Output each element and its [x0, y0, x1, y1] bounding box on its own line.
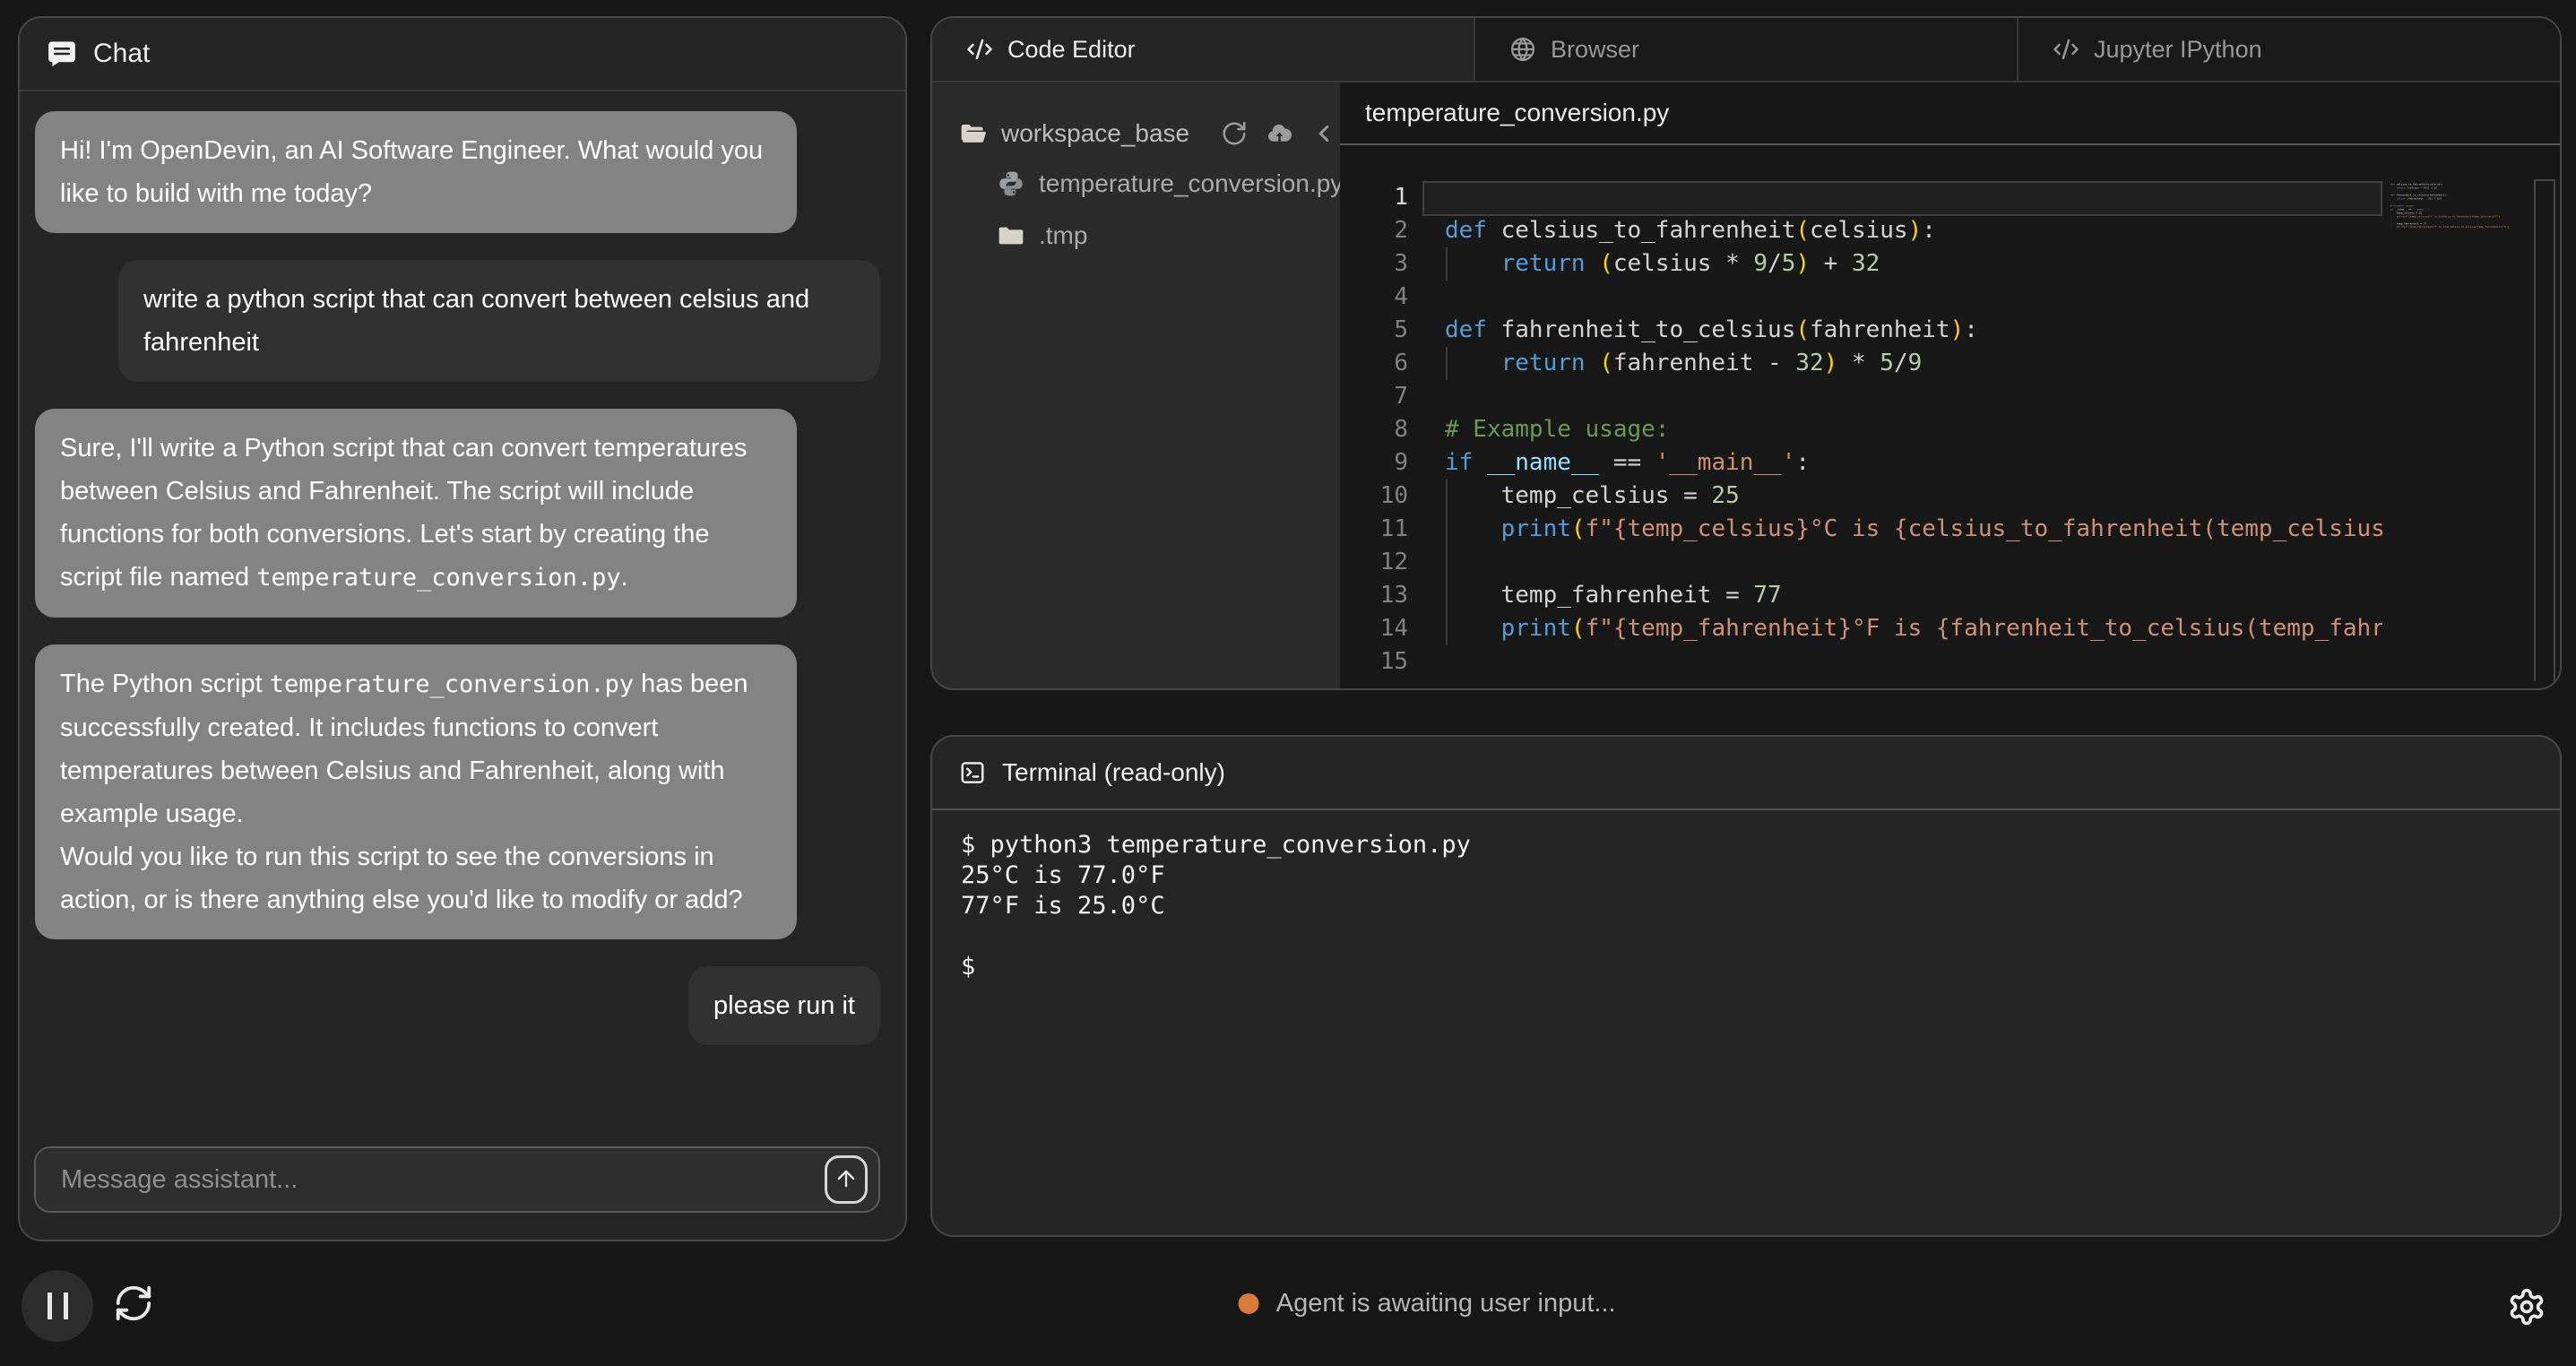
settings-button[interactable]	[2507, 1287, 2546, 1327]
editor-code-area[interactable]: 123456789101112131415 def celsius_to_fah…	[1340, 145, 2560, 688]
gear-icon	[2507, 1287, 2546, 1327]
message-bubble: The Python script temperature_conversion…	[35, 644, 797, 939]
agent-status: Agent is awaiting user input...	[1239, 1241, 1616, 1366]
cloud-upload-icon[interactable]	[1266, 120, 1292, 147]
tab-code-editor[interactable]: Code Editor	[932, 18, 1475, 81]
tab-label: Jupyter IPython	[2094, 36, 2262, 64]
pause-icon	[64, 1293, 68, 1319]
chat-header: Chat	[20, 18, 905, 91]
message-bubble: write a python script that can convert b…	[118, 260, 880, 382]
globe-icon	[1509, 36, 1536, 63]
terminal-panel: Terminal (read-only) $ python3 temperatu…	[930, 735, 2562, 1237]
workspace-body: workspace_base temperature_conversion.py…	[932, 82, 2560, 688]
message-text: .	[621, 563, 628, 592]
message-text: write a python script that can convert b…	[143, 285, 817, 357]
arrow-up-icon	[834, 1166, 859, 1194]
terminal-title: Terminal (read-only)	[1002, 758, 1225, 787]
line-number-gutter: 123456789101112131415	[1340, 181, 1408, 679]
chat-message-assistant: The Python script temperature_conversion…	[35, 644, 890, 939]
file-explorer: workspace_base temperature_conversion.py…	[932, 82, 1340, 688]
file-tree-item[interactable]: .tmp	[932, 210, 1340, 262]
refresh-icon[interactable]	[1221, 120, 1248, 147]
tab-jupyter-ipython[interactable]: Jupyter IPython	[2018, 18, 2560, 81]
workspace-panel: Code Editor Browser Jupyter IPython worksp…	[930, 16, 2562, 690]
chat-panel: Chat Hi! I'm OpenDevin, an AI Software E…	[18, 16, 907, 1241]
file-tree-root-label: workspace_base	[1001, 119, 1189, 148]
editor-scrollbar[interactable]	[2534, 179, 2555, 681]
chat-message-assistant: Hi! I'm OpenDevin, an AI Software Engine…	[35, 111, 890, 233]
tab-label: Browser	[1551, 36, 1639, 64]
code-icon	[2053, 36, 2079, 63]
file-tree-items: temperature_conversion.py .tmp	[932, 158, 1340, 262]
minimap-code: def celsius_to_fahrenheit(celsius): retu…	[2390, 179, 2525, 232]
message-text: The Python script	[60, 670, 270, 698]
pause-icon	[48, 1293, 52, 1319]
message-bubble: please run it	[688, 966, 880, 1045]
tab-label: Code Editor	[1007, 36, 1136, 64]
editor-filename: temperature_conversion.py	[1340, 82, 2560, 145]
pause-agent-button[interactable]	[22, 1270, 93, 1342]
collapse-left-icon[interactable]	[1310, 120, 1337, 147]
code-content: def celsius_to_fahrenheit(celsius): retu…	[1445, 181, 2382, 688]
message-input-placeholder: Message assistant...	[61, 1165, 825, 1195]
folder-icon	[997, 221, 1025, 250]
file-tree-root[interactable]: workspace_base	[932, 109, 1340, 158]
message-input[interactable]: Message assistant...	[34, 1146, 880, 1213]
status-bar: Agent is awaiting user input...	[0, 1241, 2576, 1366]
folder-open-icon	[959, 119, 988, 148]
inline-code: temperature_conversion.py	[256, 564, 620, 592]
terminal-output[interactable]: $ python3 temperature_conversion.py 25°C…	[932, 810, 2560, 1002]
message-text: has been successfully created. It includ…	[60, 670, 756, 914]
status-dot-icon	[1239, 1293, 1259, 1314]
file-name: temperature_conversion.py	[1039, 169, 1340, 198]
terminal-header: Terminal (read-only)	[932, 737, 2560, 810]
editor-minimap[interactable]: def celsius_to_fahrenheit(celsius): retu…	[2390, 179, 2530, 681]
message-bubble: Hi! I'm OpenDevin, an AI Software Engine…	[35, 111, 797, 233]
chat-message-user: please run it	[35, 966, 890, 1045]
terminal-icon	[959, 759, 986, 786]
message-bubble: Sure, I'll write a Python script that ca…	[35, 409, 797, 618]
chat-title: Chat	[93, 39, 150, 69]
chat-message-list: Hi! I'm OpenDevin, an AI Software Engine…	[20, 91, 905, 1112]
tab-browser[interactable]: Browser	[1475, 18, 2018, 81]
sync-icon	[113, 1283, 154, 1324]
chat-bubble-icon	[47, 39, 77, 69]
inline-code: temperature_conversion.py	[270, 670, 634, 698]
code-editor: temperature_conversion.py 12345678910111…	[1340, 82, 2560, 688]
chat-message-assistant: Sure, I'll write a Python script that ca…	[35, 409, 890, 618]
message-text: Hi! I'm OpenDevin, an AI Software Engine…	[60, 136, 770, 208]
code-icon	[966, 36, 993, 63]
file-tree-actions	[1221, 120, 1337, 147]
python-icon	[997, 169, 1025, 198]
message-text: please run it	[713, 991, 855, 1020]
status-text: Agent is awaiting user input...	[1276, 1289, 1616, 1318]
send-message-button[interactable]	[825, 1155, 868, 1204]
file-name: .tmp	[1039, 221, 1087, 250]
chat-message-user: write a python script that can convert b…	[35, 260, 890, 382]
restart-agent-button[interactable]	[113, 1283, 154, 1324]
workspace-tabs: Code Editor Browser Jupyter IPython	[932, 18, 2560, 82]
file-tree-item[interactable]: temperature_conversion.py	[932, 158, 1340, 210]
